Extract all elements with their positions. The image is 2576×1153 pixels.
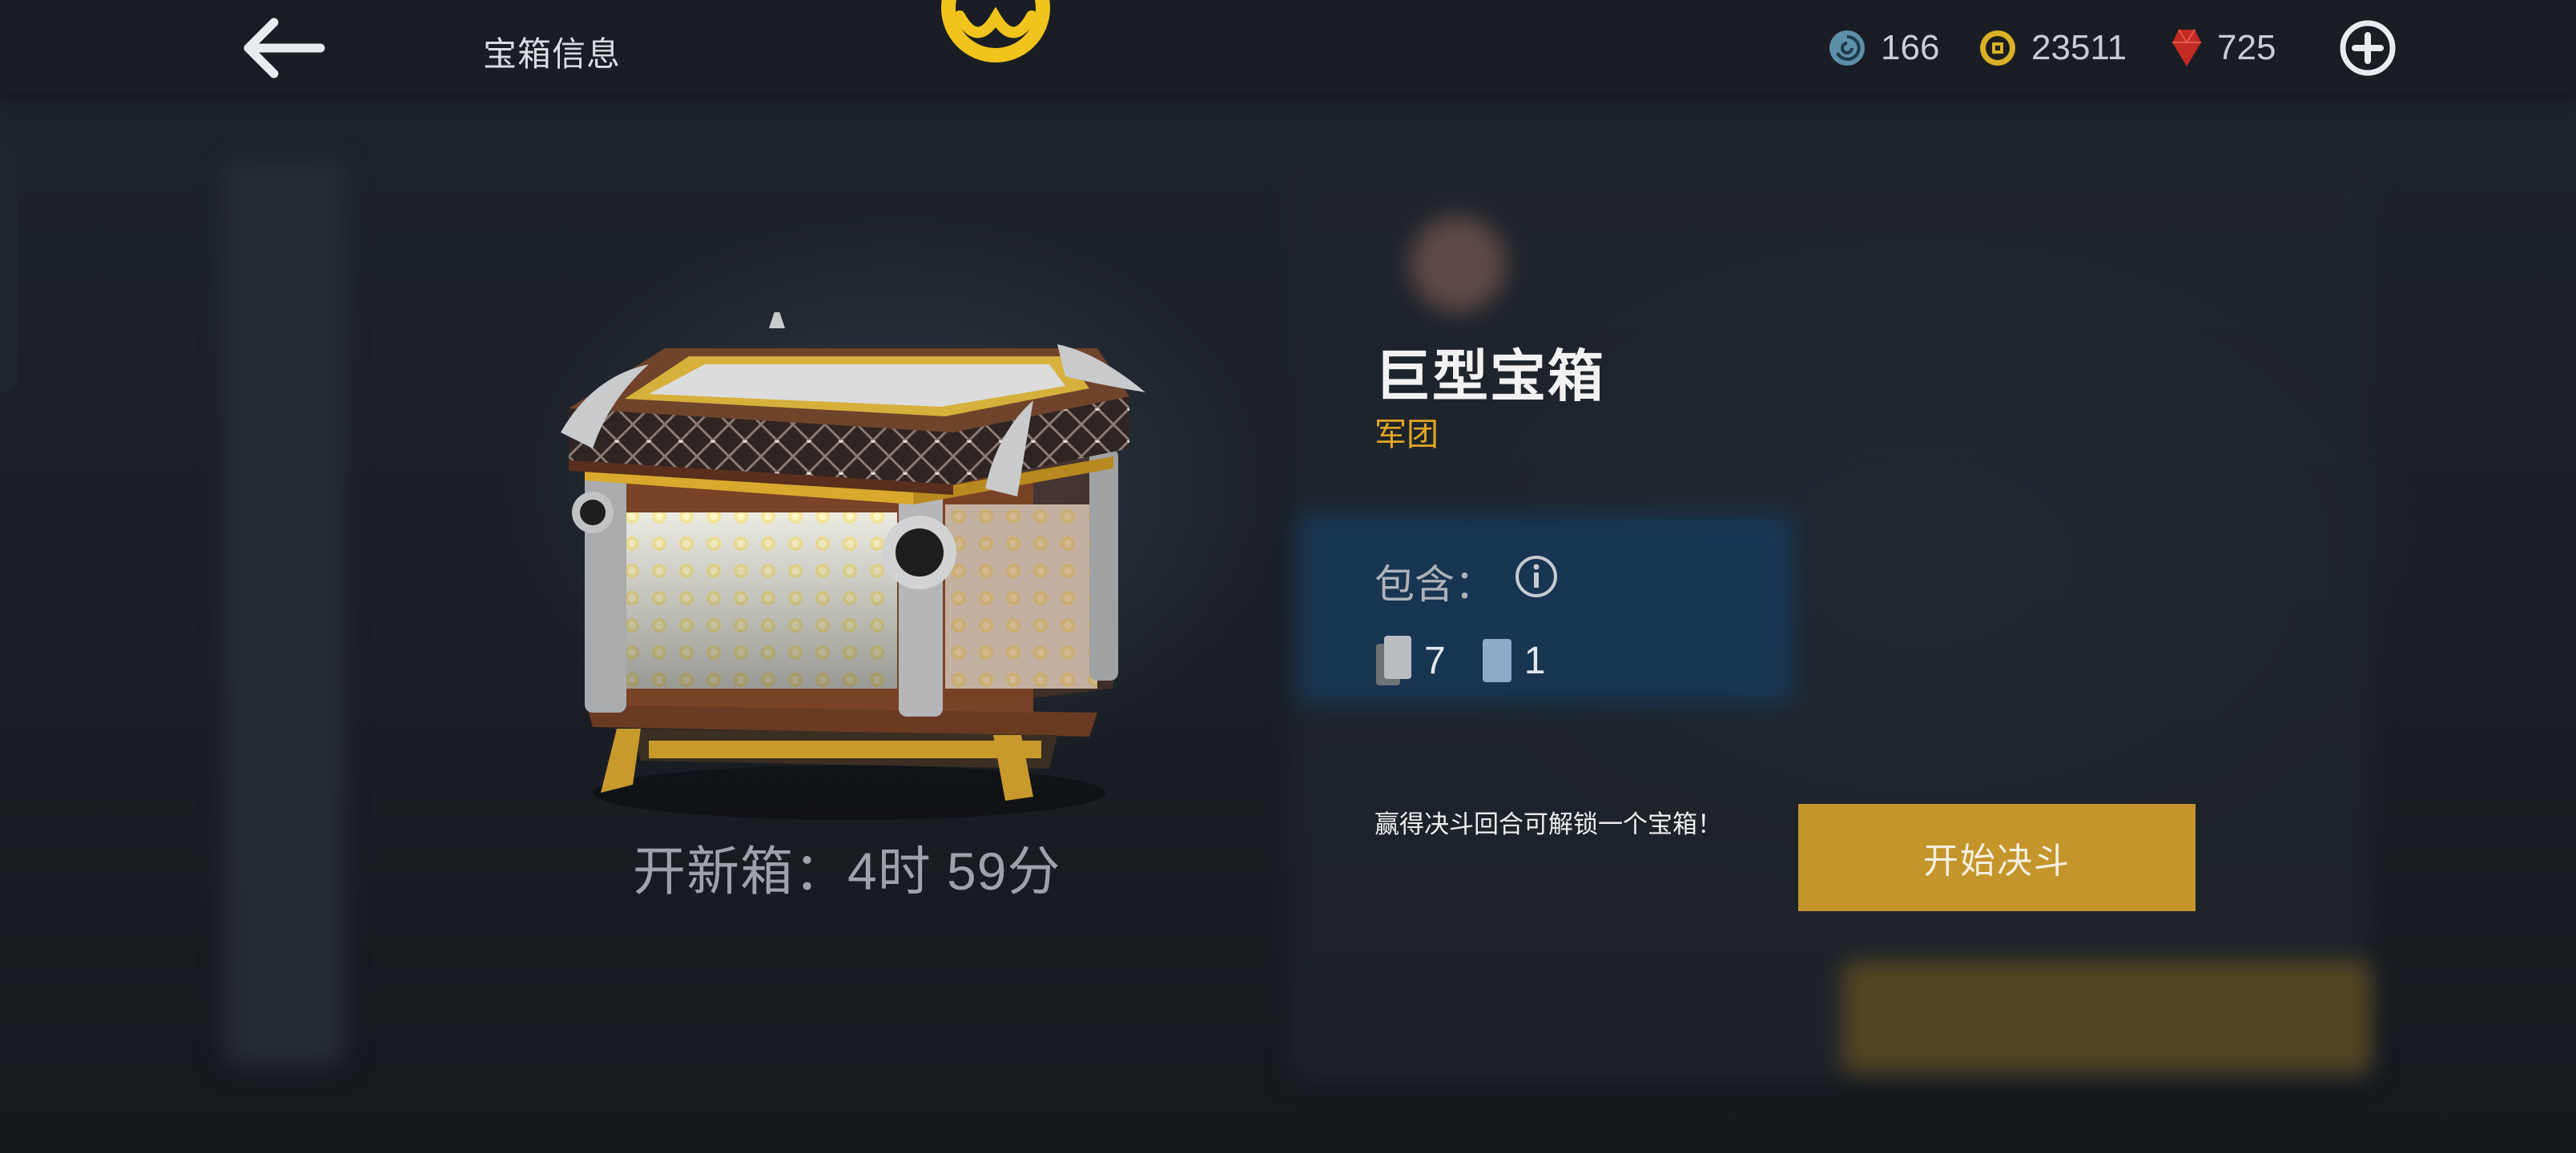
arrow-left-icon [244, 18, 325, 78]
info-button[interactable] [1514, 554, 1559, 599]
card-stack-icon [1376, 636, 1411, 685]
currency-gem: 725 [2171, 24, 2276, 72]
faction-emblem-icon [936, 0, 1056, 64]
start-duel-button[interactable]: 开始决斗 [1798, 804, 2196, 911]
blurred-button [1842, 961, 2371, 1073]
plus-circle-icon [2340, 20, 2396, 76]
chest-name: 巨型宝箱 [1375, 343, 1605, 409]
gem-value: 725 [2217, 28, 2276, 67]
blurred-banner [1298, 512, 1794, 705]
new-chest-timer: 开新箱：4时 59分 [633, 842, 1061, 901]
coin-icon [1980, 30, 2015, 66]
add-currency-button[interactable] [2339, 19, 2397, 77]
duel-hint: 赢得决斗回合可解锁一个宝箱！ [1375, 810, 1722, 839]
card-stack-count: 7 [1424, 639, 1446, 682]
gem-icon [2172, 29, 2201, 66]
coin-value: 23511 [2031, 28, 2127, 67]
contains-label: 包含： [1375, 561, 1495, 608]
chest-contents: 7 1 [1375, 633, 1545, 689]
spiral-token-icon [1829, 30, 1865, 66]
currency-spiral: 166 [1828, 24, 1939, 72]
page-title: 宝箱信息 [483, 34, 622, 74]
info-icon [1515, 556, 1557, 597]
blue-card-icon [1482, 639, 1511, 682]
blue-card-count: 1 [1523, 639, 1546, 682]
currency-coin: 23511 [1978, 24, 2127, 72]
blurred-sidebar [224, 160, 344, 1065]
left-edge-tab [0, 144, 18, 392]
back-button[interactable] [240, 18, 328, 78]
blurred-avatar [1410, 216, 1506, 312]
giant-chest-image [537, 304, 1161, 825]
spiral-token-value: 166 [1881, 28, 1940, 67]
chest-rarity: 军团 [1375, 416, 1439, 453]
